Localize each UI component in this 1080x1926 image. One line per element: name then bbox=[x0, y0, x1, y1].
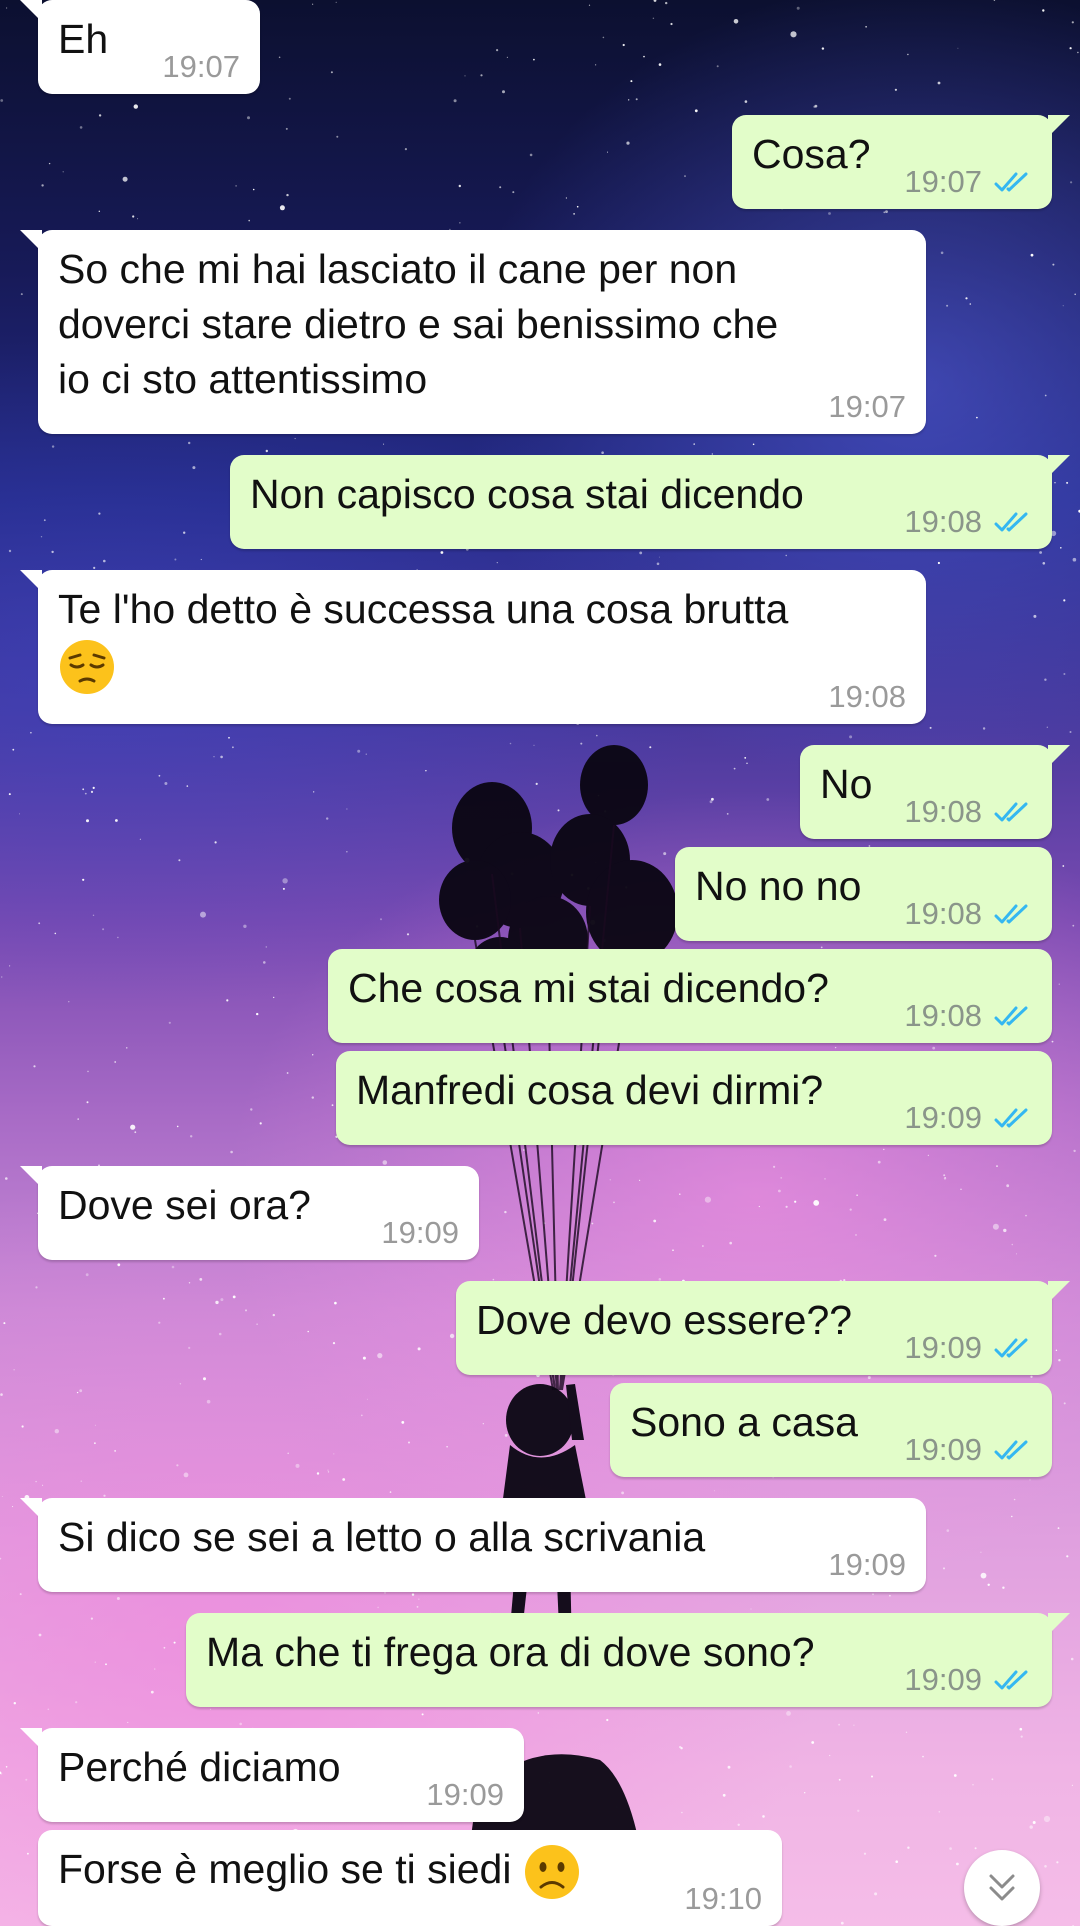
message-time: 19:08 bbox=[904, 504, 982, 539]
message-text: Sono a casa bbox=[630, 1399, 858, 1445]
message-meta: 19:07 bbox=[162, 50, 240, 84]
message-text: Dove sei ora? bbox=[58, 1182, 311, 1228]
message-meta: 19:09 bbox=[904, 1433, 1032, 1467]
read-ticks-icon bbox=[994, 802, 1028, 822]
message-meta: 19:09 bbox=[904, 1101, 1032, 1135]
message-meta: 19:08 bbox=[828, 680, 906, 714]
message-meta: 19:08 bbox=[904, 897, 1032, 931]
message-text: Non capisco cosa stai dicendo bbox=[250, 471, 804, 517]
message-time: 19:08 bbox=[904, 998, 982, 1033]
message-text: Eh bbox=[58, 16, 109, 62]
message-time: 19:09 bbox=[904, 1330, 982, 1365]
outgoing-message[interactable]: No 19:08 bbox=[800, 745, 1070, 839]
message-time: 19:08 bbox=[828, 679, 906, 714]
message-text: Che cosa mi stai dicendo? bbox=[348, 965, 829, 1011]
message-text: No no no bbox=[695, 863, 862, 909]
read-ticks-icon bbox=[994, 904, 1028, 924]
message-meta: 19:09 bbox=[904, 1663, 1032, 1697]
read-ticks-icon bbox=[994, 172, 1028, 192]
message-meta: 19:07 bbox=[828, 390, 906, 424]
message-meta: 19:09 bbox=[828, 1548, 906, 1582]
message-text: Dove devo essere?? bbox=[476, 1297, 853, 1343]
message-time: 19:09 bbox=[904, 1432, 982, 1467]
message-text: Si dico se sei a letto o alla scrivania bbox=[58, 1514, 706, 1560]
message-meta: 19:09 bbox=[381, 1216, 459, 1250]
incoming-message[interactable]: Eh 19:07 bbox=[20, 0, 260, 94]
incoming-message[interactable]: Dove sei ora? 19:09 bbox=[20, 1166, 479, 1260]
outgoing-message[interactable]: Manfredi cosa devi dirmi? 19:09 bbox=[336, 1051, 1052, 1145]
message-meta: 19:09 bbox=[904, 1331, 1032, 1365]
message-text: No bbox=[820, 761, 873, 807]
outgoing-message[interactable]: Ma che ti frega ora di dove sono? 19:09 bbox=[186, 1613, 1070, 1707]
message-text: Te l'ho detto è successa una cosa brutta bbox=[58, 586, 789, 632]
message-meta: 19:08 bbox=[904, 795, 1032, 829]
message-time: 19:07 bbox=[904, 164, 982, 199]
message-meta: 19:09 bbox=[426, 1778, 504, 1812]
message-time: 19:09 bbox=[904, 1100, 982, 1135]
incoming-message[interactable]: Forse è meglio se ti siedi 19:10 bbox=[38, 1830, 782, 1926]
message-time: 19:07 bbox=[828, 389, 906, 424]
incoming-message[interactable]: Perché diciamo 19:09 bbox=[20, 1728, 524, 1822]
message-meta: 19:08 bbox=[904, 999, 1032, 1033]
message-time: 19:09 bbox=[828, 1547, 906, 1582]
read-ticks-icon bbox=[994, 512, 1028, 532]
frowning-face-emoji bbox=[524, 1845, 579, 1900]
incoming-message[interactable]: So che mi hai lasciato il cane per non d… bbox=[20, 230, 926, 434]
incoming-message[interactable]: Si dico se sei a letto o alla scrivania 1… bbox=[20, 1498, 926, 1592]
message-time: 19:09 bbox=[381, 1215, 459, 1250]
message-meta: 19:07 bbox=[904, 165, 1032, 199]
pensive-face-emoji bbox=[60, 640, 114, 695]
message-time: 19:07 bbox=[162, 49, 240, 84]
message-text: Manfredi cosa devi dirmi? bbox=[356, 1067, 824, 1113]
message-list[interactable]: Eh 19:07 Cosa? 19:07 So che mi hai lasciato … bbox=[0, 0, 1080, 1926]
message-time: 19:10 bbox=[684, 1881, 762, 1916]
outgoing-message[interactable]: Cosa? 19:07 bbox=[732, 115, 1070, 209]
read-ticks-icon bbox=[994, 1338, 1028, 1358]
message-text: Forse è meglio se ti siedi bbox=[58, 1846, 512, 1892]
message-time: 19:08 bbox=[904, 794, 982, 829]
message-text: So che mi hai lasciato il cane per non d… bbox=[58, 246, 779, 402]
read-ticks-icon bbox=[994, 1670, 1028, 1690]
message-text: Ma che ti frega ora di dove sono? bbox=[206, 1629, 815, 1675]
outgoing-message[interactable]: Sono a casa 19:09 bbox=[610, 1383, 1052, 1477]
message-meta: 19:10 bbox=[684, 1882, 762, 1916]
outgoing-message[interactable]: Che cosa mi stai dicendo? 19:08 bbox=[328, 949, 1052, 1043]
scroll-to-bottom-button[interactable] bbox=[964, 1850, 1040, 1926]
message-text: Perché diciamo bbox=[58, 1744, 341, 1790]
outgoing-message[interactable]: Non capisco cosa stai dicendo 19:08 bbox=[230, 455, 1070, 549]
outgoing-message[interactable]: No no no 19:08 bbox=[675, 847, 1052, 941]
double-chevron-down-icon bbox=[989, 1874, 1015, 1901]
message-time: 19:08 bbox=[904, 896, 982, 931]
message-text: Cosa? bbox=[752, 131, 871, 177]
message-time: 19:09 bbox=[426, 1777, 504, 1812]
message-time: 19:09 bbox=[904, 1662, 982, 1697]
incoming-message[interactable]: Te l'ho detto è successa una cosa brutta… bbox=[20, 570, 926, 724]
read-ticks-icon bbox=[994, 1440, 1028, 1460]
read-ticks-icon bbox=[994, 1108, 1028, 1128]
outgoing-message[interactable]: Dove devo essere?? 19:09 bbox=[456, 1281, 1070, 1375]
message-meta: 19:08 bbox=[904, 505, 1032, 539]
read-ticks-icon bbox=[994, 1006, 1028, 1026]
